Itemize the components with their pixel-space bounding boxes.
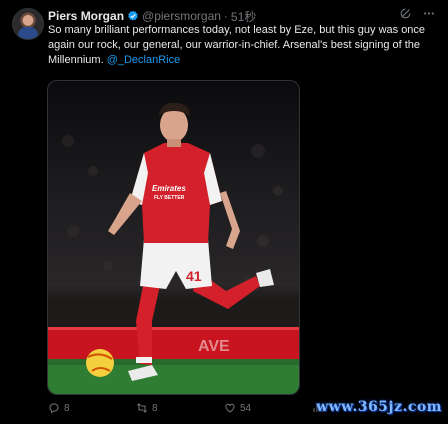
mention-link[interactable]: @_DeclanRice [107,54,181,66]
reply-count: 8 [64,402,70,414]
verified-badge-icon [128,10,138,21]
watermark: www.365jz.com [316,399,442,415]
like-count: 54 [240,402,252,414]
tweet[interactable]: Piers Morgan @piersmorgan · 51秒 So many … [0,0,448,424]
reply-icon [49,403,59,414]
reply-button[interactable]: 8 [48,402,70,414]
separator: · [223,9,228,23]
repost-icon [137,403,147,413]
like-button[interactable]: 54 [224,402,251,414]
repost-count: 8 [152,402,158,414]
shirt-sponsor: Emirates [152,184,186,193]
tweet-text: So many brilliant performances today, no… [48,23,428,68]
timestamp[interactable]: 51秒 [231,8,256,25]
author-handle[interactable]: @piersmorgan [142,9,221,23]
player-illustration: AVE 41 Emirates FLY BETTER [48,102,299,394]
more-icon[interactable] [422,7,436,24]
shirt-sponsor-tagline: FLY BETTER [154,195,185,201]
repost-button[interactable]: 8 [136,402,158,414]
shorts-number: 41 [186,268,202,284]
grok-icon[interactable] [399,7,412,24]
tweet-photo[interactable]: AVE 41 Emirates FLY BETTER [47,80,300,395]
tweet-body: So many brilliant performances today, no… [48,24,426,66]
avatar[interactable] [12,8,44,40]
author-name[interactable]: Piers Morgan [48,9,124,23]
like-icon [225,403,235,413]
svg-text:AVE: AVE [198,338,230,355]
